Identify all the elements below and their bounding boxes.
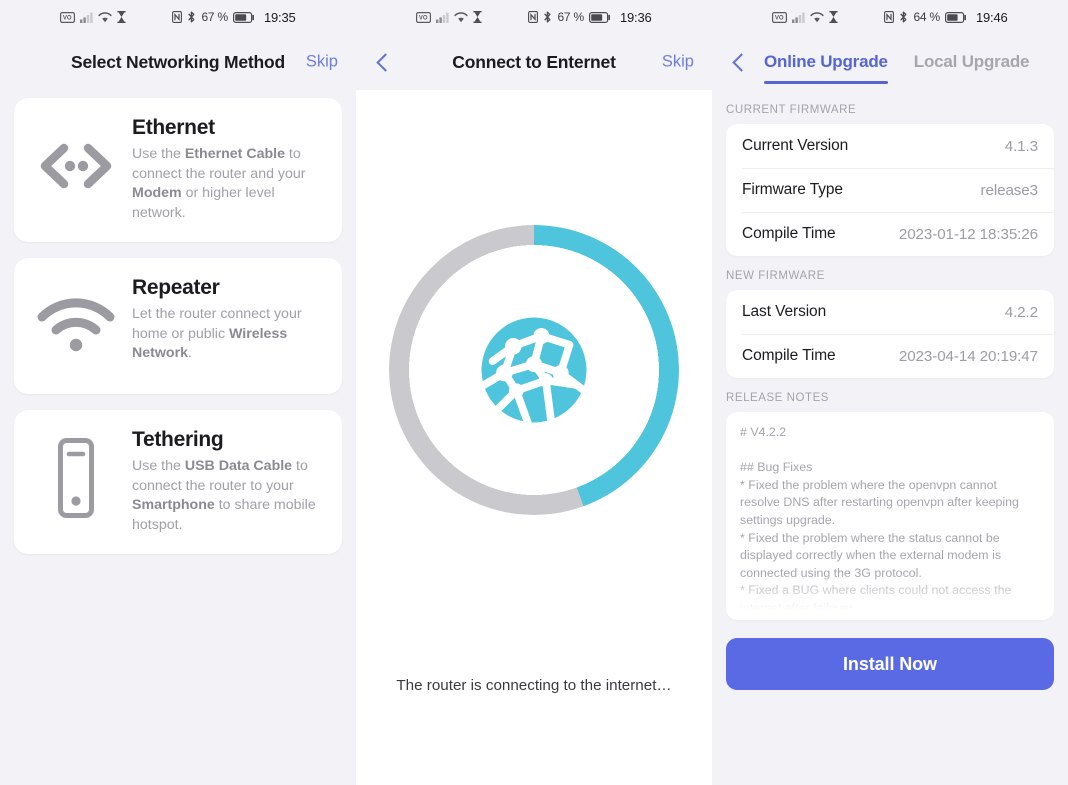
- row-last-version: Last Version 4.2.2: [726, 290, 1054, 334]
- row-value: 2023-04-14 20:19:47: [898, 347, 1038, 365]
- wifi-icon: [810, 11, 825, 23]
- upgrade-tabs: Online Upgrade Local Upgrade: [712, 34, 1068, 90]
- card-tethering-body: Tethering Use the USB Data Cable to conn…: [132, 428, 326, 536]
- back-button[interactable]: [372, 47, 398, 77]
- chevron-left-icon: [731, 52, 751, 72]
- card-description: Let the router connect your home or publ…: [132, 305, 302, 362]
- status-bar-right-icons: 67 % 19:35: [172, 9, 296, 25]
- bluetooth-icon: [543, 11, 552, 23]
- hourglass-icon: [829, 11, 839, 23]
- section-label-current-firmware: CURRENT FIRMWARE: [726, 104, 857, 116]
- tab-local-upgrade[interactable]: Local Upgrade: [914, 34, 1030, 90]
- status-bar-middle: VO 67 % 19:36: [356, 0, 712, 34]
- battery-percent-label: 67 %: [557, 10, 584, 24]
- screenshot-stage: VO 67 % 19:35 Select Networking Method S…: [0, 0, 1068, 785]
- panel-firmware-upgrade: VO 64 % 19:46 Online Upgrade Local Upgra…: [712, 0, 1068, 785]
- card-title: Ethernet: [132, 116, 215, 139]
- row-value: 4.2.2: [1004, 303, 1038, 321]
- row-value: 2023-01-12 18:35:26: [898, 225, 1038, 243]
- battery-percent-label: 64 %: [913, 10, 940, 24]
- card-description: Use the Ethernet Cable to connect the ro…: [132, 146, 306, 222]
- page-title: Select Networking Method: [71, 51, 285, 72]
- back-button[interactable]: [728, 47, 754, 77]
- card-repeater[interactable]: Repeater Let the router connect your hom…: [14, 257, 342, 394]
- release-notes-box[interactable]: # V4.2.2 ## Bug Fixes * Fixed the proble…: [726, 412, 1054, 620]
- vowifi-icon: VO: [60, 11, 76, 23]
- chevron-left-icon: [375, 52, 395, 72]
- smartphone-icon: [20, 428, 132, 528]
- row-key: Current Version: [742, 137, 849, 154]
- current-firmware-group: Current Version 4.1.3 Firmware Type rele…: [726, 124, 1054, 256]
- card-title: Repeater: [132, 275, 220, 299]
- status-bar-left-icons: VO: [416, 11, 483, 23]
- vowifi-icon: VO: [416, 11, 432, 23]
- svg-text:VO: VO: [419, 15, 428, 21]
- ethernet-arrows-icon: [20, 116, 132, 216]
- globe-network-icon: [481, 317, 587, 423]
- connecting-content: The router is connecting to the internet…: [356, 90, 712, 785]
- signal-bars-icon: [792, 12, 806, 23]
- connection-status-text: The router is connecting to the internet…: [396, 677, 672, 694]
- status-bar-right: VO 64 % 19:46: [712, 0, 1068, 34]
- nfc-icon: [884, 11, 895, 23]
- row-key: Firmware Type: [742, 181, 843, 198]
- card-ethernet-body: Ethernet Use the Ethernet Cable to conne…: [132, 116, 326, 224]
- wifi-repeater-icon: [20, 276, 132, 376]
- release-notes-text: # V4.2.2 ## Bug Fixes * Fixed the proble…: [740, 425, 1019, 620]
- card-tethering[interactable]: Tethering Use the USB Data Cable to conn…: [14, 409, 342, 554]
- row-current-version: Current Version 4.1.3: [726, 124, 1054, 168]
- battery-percent-label: 67 %: [201, 10, 228, 24]
- row-compile-time-current: Compile Time 2023-01-12 18:35:26: [726, 212, 1054, 256]
- networking-method-list: Ethernet Use the Ethernet Cable to conne…: [0, 90, 356, 554]
- hourglass-icon: [117, 11, 127, 23]
- panel-select-networking-method: VO 67 % 19:35 Select Networking Method S…: [0, 0, 356, 785]
- row-key: Last Version: [742, 303, 827, 320]
- install-now-button[interactable]: Install Now: [726, 638, 1054, 690]
- nfc-icon: [528, 11, 539, 23]
- skip-button[interactable]: Skip: [662, 53, 694, 72]
- status-bar-left-icons: VO: [60, 11, 127, 23]
- status-bar-right-icons: 67 % 19:36: [528, 9, 652, 25]
- section-label-new-firmware: NEW FIRMWARE: [726, 270, 825, 282]
- page-title: Connect to Enternet: [452, 51, 616, 72]
- signal-bars-icon: [80, 12, 94, 23]
- status-bar-left: VO 67 % 19:35: [0, 0, 356, 34]
- nfc-icon: [172, 11, 183, 23]
- vowifi-icon: VO: [772, 11, 788, 23]
- row-value: release3: [980, 181, 1039, 199]
- svg-text:VO: VO: [775, 15, 784, 21]
- bluetooth-icon: [187, 11, 196, 23]
- connection-progress-spinner: [389, 225, 679, 515]
- clock-label: 19:36: [620, 9, 652, 25]
- tab-online-upgrade[interactable]: Online Upgrade: [764, 34, 888, 90]
- status-bar-left-icons: VO: [772, 11, 839, 23]
- nav-bar-middle: Connect to Enternet Skip: [356, 34, 712, 90]
- clock-label: 19:35: [264, 9, 296, 25]
- clock-label: 19:46: [976, 9, 1008, 25]
- battery-icon: [945, 11, 967, 23]
- status-bar-right-icons: 64 % 19:46: [884, 9, 1008, 25]
- battery-icon: [589, 11, 611, 23]
- panel-connect-to-internet: VO 67 % 19:36 Connect to Enternet Skip T…: [356, 0, 712, 785]
- section-label-release-notes: RELEASE NOTES: [726, 392, 830, 404]
- signal-bars-icon: [436, 12, 450, 23]
- card-description: Use the USB Data Cable to connect the ro…: [132, 457, 316, 534]
- skip-button[interactable]: Skip: [306, 53, 338, 72]
- wifi-icon: [454, 11, 469, 23]
- row-key: Compile Time: [742, 225, 836, 242]
- row-value: 4.1.3: [1004, 137, 1038, 155]
- wifi-icon: [98, 11, 113, 23]
- new-firmware-group: Last Version 4.2.2 Compile Time 2023-04-…: [726, 290, 1054, 378]
- row-compile-time-new: Compile Time 2023-04-14 20:19:47: [726, 334, 1054, 378]
- card-repeater-body: Repeater Let the router connect your hom…: [132, 276, 326, 364]
- svg-text:VO: VO: [63, 15, 72, 21]
- card-title: Tethering: [132, 427, 224, 451]
- bluetooth-icon: [899, 11, 908, 23]
- card-ethernet[interactable]: Ethernet Use the Ethernet Cable to conne…: [14, 98, 342, 242]
- battery-icon: [233, 11, 255, 23]
- row-key: Compile Time: [742, 347, 836, 364]
- row-firmware-type: Firmware Type release3: [726, 168, 1054, 212]
- nav-bar-left: Select Networking Method Skip: [0, 34, 356, 90]
- hourglass-icon: [473, 11, 483, 23]
